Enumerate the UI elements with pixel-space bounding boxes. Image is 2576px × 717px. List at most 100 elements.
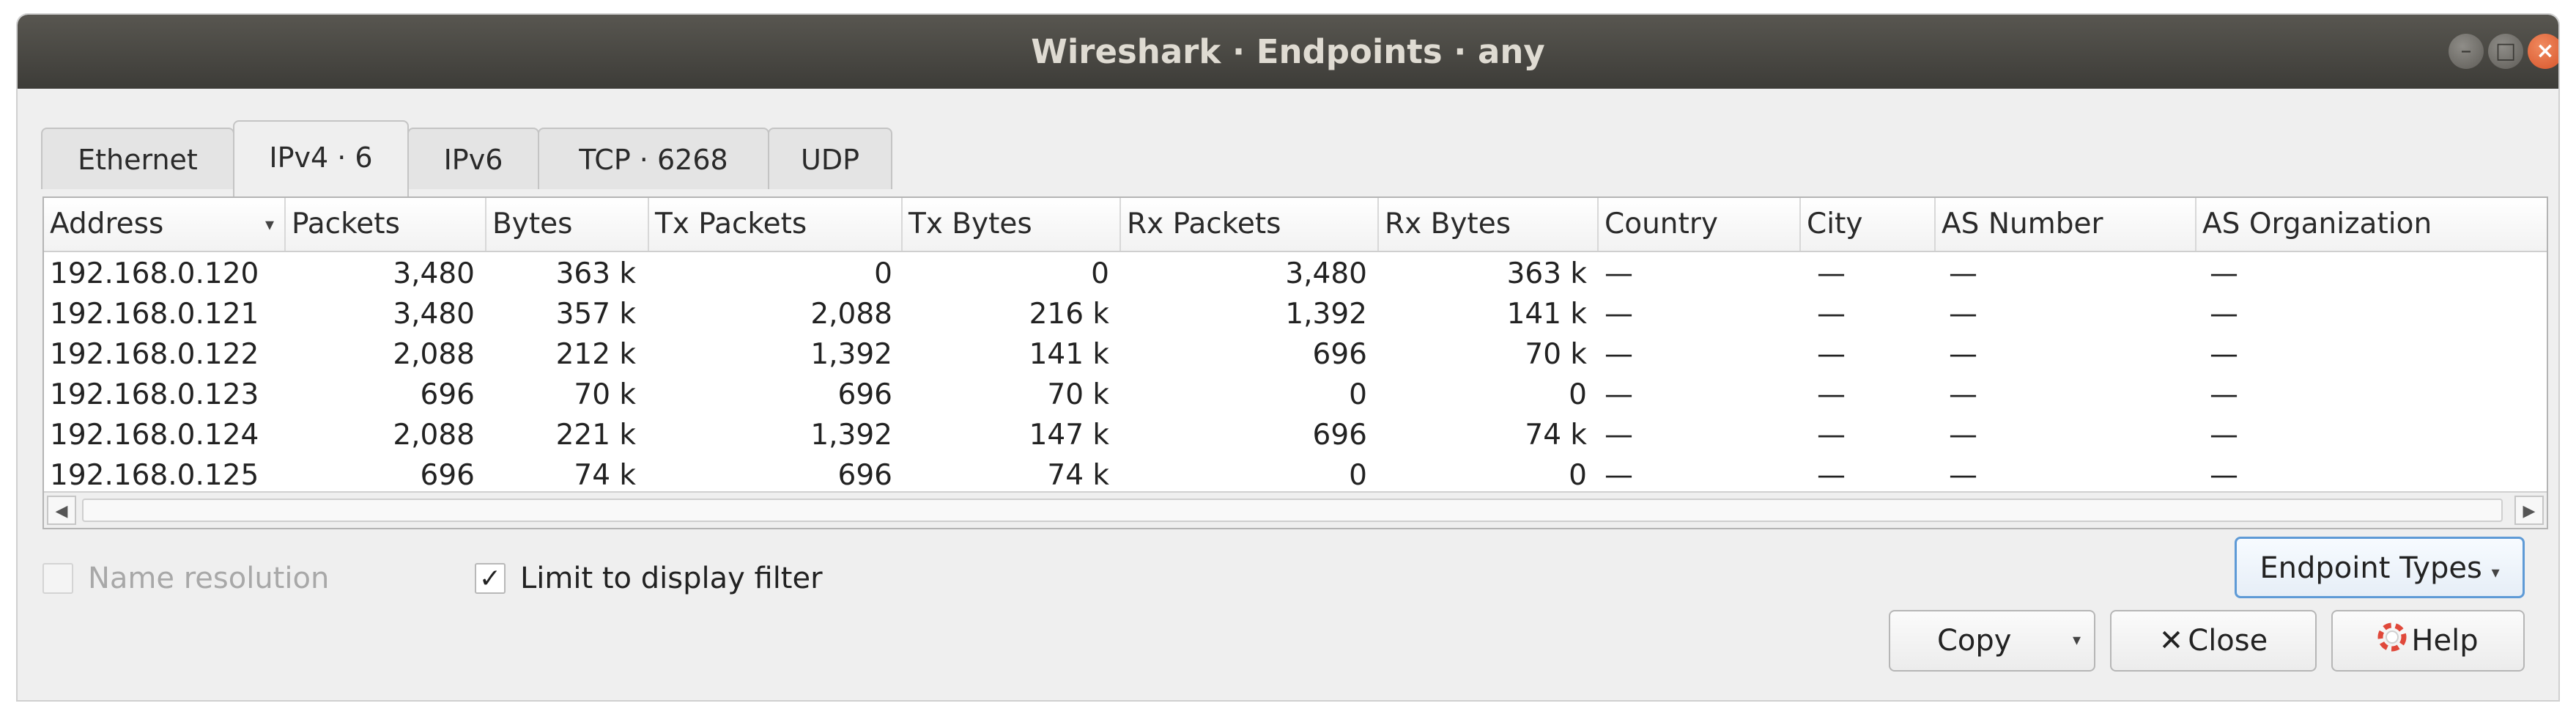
tab-ipv4[interactable]: IPv4 · 6 <box>233 120 409 196</box>
cell-bytes: 74 k <box>574 459 636 492</box>
scroll-right-icon[interactable]: ▶ <box>2514 496 2544 525</box>
table-header: Address ▾ Packets Bytes Tx Packets Tx By… <box>44 198 2547 252</box>
table-row[interactable]: 192.168.0.123 696 70 k 696 70 k 0 0 — — — — <box>44 375 2547 415</box>
endpoints-table[interactable]: Address ▾ Packets Bytes Tx Packets Tx By… <box>42 196 2548 529</box>
cell-tx-bytes: 70 k <box>1047 378 1109 411</box>
cell-rx-bytes: 0 <box>1569 378 1587 411</box>
chevron-down-icon[interactable]: ▾ <box>2073 611 2081 670</box>
cell-address: 192.168.0.121 <box>50 298 259 331</box>
cell-country: — <box>1605 338 1633 371</box>
column-header-city[interactable]: City <box>1801 198 1936 251</box>
cell-tx-bytes: 74 k <box>1047 459 1109 492</box>
cell-tx-bytes: 147 k <box>1029 419 1109 452</box>
limit-display-filter-label[interactable]: Limit to display filter <box>520 553 823 604</box>
cell-rx-bytes: 0 <box>1569 459 1587 492</box>
limit-display-filter-checkbox[interactable]: ✓ <box>475 563 506 594</box>
window-title: Wireshark · Endpoints · any <box>1031 32 1545 71</box>
column-header-country[interactable]: Country <box>1599 198 1801 251</box>
close-label: Close <box>2188 624 2268 658</box>
column-header-packets[interactable]: Packets <box>286 198 486 251</box>
column-header-as-number[interactable]: AS Number <box>1936 198 2196 251</box>
copy-label: Copy <box>1937 624 2012 658</box>
cell-city: — <box>1817 298 1846 331</box>
cell-rx-bytes: 70 k <box>1525 338 1587 371</box>
help-label: Help <box>2411 624 2479 658</box>
copy-button[interactable]: Copy ▾ <box>1889 610 2095 672</box>
cell-packets: 2,088 <box>393 338 475 371</box>
cell-as-number: — <box>1949 257 1977 290</box>
tab-ethernet[interactable]: Ethernet <box>41 128 234 189</box>
cell-tx-packets: 696 <box>837 459 892 492</box>
endpoints-window: Wireshark · Endpoints · any – □ × Ethern… <box>18 15 2558 700</box>
cell-rx-bytes: 74 k <box>1525 419 1587 452</box>
cell-country: — <box>1605 419 1633 452</box>
cell-as-organization: — <box>2210 257 2238 290</box>
column-header-rx-bytes[interactable]: Rx Bytes <box>1379 198 1599 251</box>
column-header-label: Address <box>50 207 164 240</box>
cell-bytes: 363 k <box>555 257 636 290</box>
title-bar[interactable]: Wireshark · Endpoints · any – □ × <box>18 15 2558 89</box>
cell-rx-packets: 0 <box>1349 459 1367 492</box>
tab-ipv6[interactable]: IPv6 <box>407 128 539 189</box>
cell-country: — <box>1605 378 1633 411</box>
scrollbar-thumb[interactable] <box>82 499 2503 522</box>
close-icon: ✕ <box>2158 624 2184 658</box>
column-header-bytes[interactable]: Bytes <box>486 198 649 251</box>
cell-tx-packets: 0 <box>874 257 892 290</box>
minimize-button[interactable]: – <box>2449 34 2484 69</box>
help-button[interactable]: Help <box>2331 610 2525 672</box>
name-resolution-label: Name resolution <box>88 562 330 595</box>
cell-tx-packets: 2,088 <box>810 298 892 331</box>
cell-as-organization: — <box>2210 419 2238 452</box>
column-header-tx-bytes[interactable]: Tx Bytes <box>903 198 1121 251</box>
cell-as-number: — <box>1949 298 1977 331</box>
cell-packets: 3,480 <box>393 298 475 331</box>
cell-tx-packets: 1,392 <box>810 419 892 452</box>
cell-rx-packets: 696 <box>1312 338 1367 371</box>
cell-city: — <box>1817 459 1846 492</box>
endpoint-types-label: Endpoint Types <box>2259 551 2482 585</box>
table-row[interactable]: 192.168.0.124 2,088 221 k 1,392 147 k 696 74 k… <box>44 415 2547 455</box>
name-resolution-checkbox <box>42 563 73 594</box>
cell-as-organization: — <box>2210 459 2238 492</box>
chevron-down-icon: ▾ <box>2491 564 2500 582</box>
cell-rx-packets: 1,392 <box>1285 298 1367 331</box>
maximize-button[interactable]: □ <box>2488 34 2523 69</box>
horizontal-scrollbar[interactable]: ◀ ▶ <box>44 491 2547 528</box>
cell-address: 192.168.0.123 <box>50 378 259 411</box>
column-header-as-organization[interactable]: AS Organization <box>2196 198 2547 251</box>
cell-tx-bytes: 141 k <box>1029 338 1109 371</box>
endpoint-types-button[interactable]: Endpoint Types ▾ <box>2235 537 2525 598</box>
table-row[interactable]: 192.168.0.122 2,088 212 k 1,392 141 k 696 70 k… <box>44 334 2547 375</box>
cell-as-organization: — <box>2210 298 2238 331</box>
table-row[interactable]: 192.168.0.120 3,480 363 k 0 0 3,480 363 k — — — — <box>44 254 2547 294</box>
cell-bytes: 212 k <box>555 338 636 371</box>
cell-country: — <box>1605 298 1633 331</box>
cell-city: — <box>1817 338 1846 371</box>
close-button[interactable]: ✕ Close <box>2110 610 2317 672</box>
cell-bytes: 70 k <box>574 378 636 411</box>
cell-country: — <box>1605 257 1633 290</box>
cell-as-number: — <box>1949 378 1977 411</box>
cell-address: 192.168.0.125 <box>50 459 259 492</box>
cell-address: 192.168.0.124 <box>50 419 259 452</box>
column-header-rx-packets[interactable]: Rx Packets <box>1121 198 1379 251</box>
tab-udp[interactable]: UDP <box>768 128 892 189</box>
close-window-button[interactable]: × <box>2528 34 2558 69</box>
cell-rx-bytes: 141 k <box>1506 298 1587 331</box>
cell-as-number: — <box>1949 338 1977 371</box>
column-header-address[interactable]: Address ▾ <box>44 198 286 251</box>
cell-as-number: — <box>1949 459 1977 492</box>
table-row[interactable]: 192.168.0.121 3,480 357 k 2,088 216 k 1,392 14… <box>44 294 2547 334</box>
cell-packets: 696 <box>420 378 475 411</box>
column-header-tx-packets[interactable]: Tx Packets <box>649 198 903 251</box>
tab-tcp[interactable]: TCP · 6268 <box>538 128 769 189</box>
scroll-left-icon[interactable]: ◀ <box>47 496 76 525</box>
cell-tx-bytes: 216 k <box>1029 298 1109 331</box>
table-row[interactable]: 192.168.0.125 696 74 k 696 74 k 0 0 — — — — <box>44 455 2547 496</box>
cell-tx-packets: 696 <box>837 378 892 411</box>
cell-address: 192.168.0.122 <box>50 338 259 371</box>
help-lifebuoy-icon <box>2377 613 2407 672</box>
cell-packets: 696 <box>420 459 475 492</box>
cell-packets: 3,480 <box>393 257 475 290</box>
